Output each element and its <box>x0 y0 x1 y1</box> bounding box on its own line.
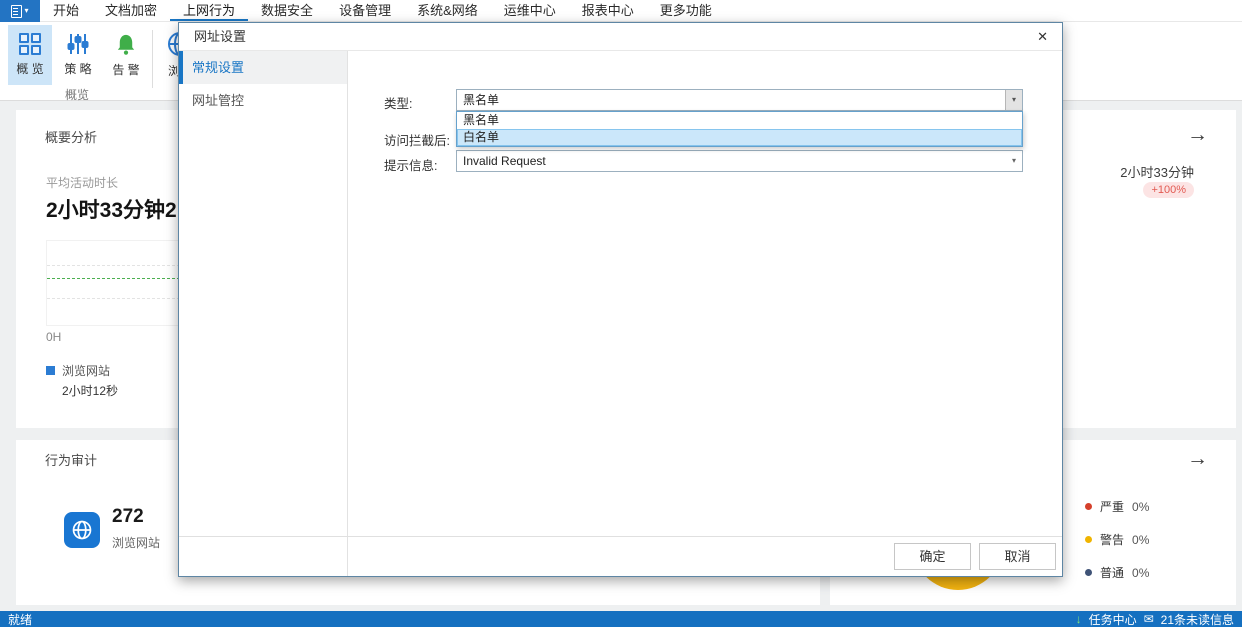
dialog-title: 网址设置 <box>194 23 246 51</box>
dialog-sidebar: 常规设置 网址管控 <box>179 51 348 576</box>
audit-card-title: 行为审计 <box>45 450 97 469</box>
severity-row-warning: 警告 0% <box>1085 531 1149 548</box>
globe-icon <box>71 519 93 541</box>
top-menu-bar: ▾ 开始 文档加密 上网行为 数据安全 设备管理 系统&网络 运维中心 报表中心… <box>0 0 1242 22</box>
menu-item-system-network[interactable]: 系统&网络 <box>404 0 491 21</box>
normal-label: 普通 <box>1100 564 1124 581</box>
menu-item-data-security[interactable]: 数据安全 <box>248 0 326 21</box>
menu-item-device-mgmt[interactable]: 设备管理 <box>326 0 404 21</box>
bell-icon <box>114 33 138 56</box>
message-select-value: Invalid Request <box>463 154 546 168</box>
dropdown-option-blacklist[interactable]: 黑名单 <box>457 112 1022 129</box>
ribbon-alert-label: 告 警 <box>112 61 139 78</box>
ribbon-policy-button[interactable]: 策 略 <box>56 25 100 85</box>
warning-label: 警告 <box>1100 531 1124 548</box>
ribbon-overview-label: 概 览 <box>16 60 43 77</box>
ribbon-policy-label: 策 略 <box>64 60 91 77</box>
app-caret-down-icon: ▾ <box>24 7 28 15</box>
trend-delta-badge: +100% <box>1143 182 1194 198</box>
sidebar-item-general-settings[interactable]: 常规设置 <box>179 51 347 84</box>
close-icon[interactable]: ✕ <box>1037 23 1048 51</box>
browse-site-tile[interactable] <box>64 512 100 548</box>
critical-value: 0% <box>1132 500 1149 514</box>
severity-row-critical: 严重 0% <box>1085 498 1149 515</box>
menu-item-ops-center[interactable]: 运维中心 <box>491 0 569 21</box>
arrow-right-icon[interactable]: → <box>1187 124 1208 145</box>
footer-divider <box>179 536 1062 537</box>
browse-site-count: 272 <box>112 506 144 528</box>
critical-dot-icon <box>1085 503 1092 510</box>
envelope-icon: ✉ <box>1144 613 1154 625</box>
critical-label: 严重 <box>1100 498 1124 515</box>
severity-row-normal: 普通 0% <box>1085 564 1149 581</box>
warning-value: 0% <box>1132 533 1149 547</box>
type-select-value: 黑名单 <box>463 93 499 107</box>
app-document-icon <box>11 5 22 18</box>
normal-value: 0% <box>1132 566 1149 580</box>
url-settings-dialog: 网址设置 ✕ 常规设置 网址管控 类型: 黑名单 ▾ 访问拦截后: 提示信息: … <box>178 22 1063 577</box>
trend-value: 2小时33分钟 <box>1120 162 1194 181</box>
app-window: ▾ 开始 文档加密 上网行为 数据安全 设备管理 系统&网络 运维中心 报表中心… <box>0 0 1242 627</box>
cancel-button[interactable]: 取消 <box>979 543 1056 570</box>
normal-dot-icon <box>1085 569 1092 576</box>
arrow-right-icon[interactable]: → <box>1187 448 1208 469</box>
type-dropdown-list: 黑名单 白名单 <box>456 111 1023 147</box>
avg-duration-label: 平均活动时长 <box>46 174 118 191</box>
warning-dot-icon <box>1085 536 1092 543</box>
menu-item-web-behavior[interactable]: 上网行为 <box>170 0 248 21</box>
message-label: 提示信息: <box>384 155 437 174</box>
browse-site-label: 浏览网站 <box>112 534 160 551</box>
summary-card-title: 概要分析 <box>45 127 97 146</box>
ribbon-overview-button[interactable]: 概 览 <box>8 25 52 85</box>
download-arrow-icon: ↓ <box>1076 612 1082 626</box>
status-bar: 就绪 ↓ 任务中心 ✉ 21条未读信息 <box>0 611 1242 627</box>
chevron-down-icon[interactable]: ▾ <box>1005 90 1022 110</box>
chevron-down-icon: ▾ <box>1012 151 1016 171</box>
chart-axis-tick: 0H <box>46 330 61 344</box>
dropdown-option-whitelist[interactable]: 白名单 <box>457 129 1022 146</box>
ok-button[interactable]: 确定 <box>894 543 971 570</box>
menu-item-doc-encrypt[interactable]: 文档加密 <box>92 0 170 21</box>
sliders-icon <box>66 33 90 55</box>
task-center-link[interactable]: 任务中心 <box>1089 611 1137 627</box>
status-bar-right: ↓ 任务中心 ✉ 21条未读信息 <box>1076 611 1234 627</box>
type-label: 类型: <box>384 93 412 112</box>
unread-messages-link[interactable]: 21条未读信息 <box>1161 611 1234 627</box>
message-select[interactable]: Invalid Request ▾ <box>456 150 1023 172</box>
legend-square-icon <box>46 366 55 375</box>
overview-grid-icon <box>19 33 41 55</box>
status-ready-text: 就绪 <box>8 611 32 627</box>
ribbon-alert-button[interactable]: 告 警 <box>104 25 148 85</box>
menu-item-more-features[interactable]: 更多功能 <box>647 0 725 21</box>
ribbon-divider <box>152 30 153 88</box>
type-select[interactable]: 黑名单 ▾ <box>456 89 1023 111</box>
ribbon-group-label: 概览 <box>8 86 146 103</box>
legend-series-value: 2小时12秒 <box>62 382 118 399</box>
intercept-label: 访问拦截后: <box>384 130 450 149</box>
chart-legend: 浏览网站 <box>46 362 110 379</box>
legend-series-name: 浏览网站 <box>62 362 110 379</box>
menu-item-report-center[interactable]: 报表中心 <box>569 0 647 21</box>
app-menu-button[interactable]: ▾ <box>0 0 40 22</box>
dialog-title-bar: 网址设置 ✕ <box>179 23 1062 51</box>
menu-item-start[interactable]: 开始 <box>40 0 92 21</box>
sidebar-item-url-control[interactable]: 网址管控 <box>179 84 347 117</box>
